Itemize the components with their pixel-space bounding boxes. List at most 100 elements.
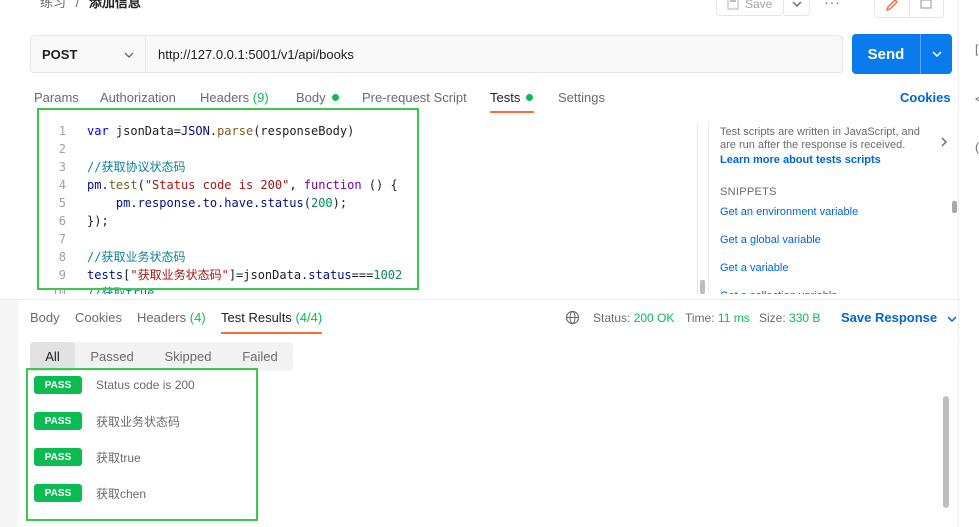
line-number: 2	[58, 142, 66, 156]
send-dropdown-button[interactable]	[920, 34, 952, 74]
test-result-row: PASS 获取业务状态码	[34, 412, 180, 430]
line-number: 9	[58, 268, 66, 282]
documentation-icon[interactable]: [	[975, 42, 979, 56]
line-number: 3	[58, 160, 66, 174]
code-line: 7	[30, 230, 87, 248]
editor-scrollbar[interactable]	[697, 124, 707, 294]
tab-body[interactable]: Body	[296, 90, 339, 110]
pass-badge: PASS	[34, 412, 82, 430]
method-select[interactable]: POST	[30, 35, 146, 73]
comment-icon	[920, 0, 932, 9]
line-number: 1	[58, 124, 66, 138]
save-dropdown-button[interactable]	[784, 0, 810, 16]
snippets-heading: SNIPPETS	[720, 186, 777, 198]
url-input[interactable]: http://127.0.0.1:5001/v1/api/books	[145, 35, 843, 73]
breadcrumb-separator: /	[75, 0, 80, 10]
tests-script-editor[interactable]: 1 var jsonData=JSON.parse(responseBody) …	[30, 122, 706, 294]
active-tab-underline	[490, 111, 534, 113]
code-token: ,	[289, 178, 304, 192]
save-button[interactable]: Save	[716, 0, 784, 16]
code-comment: //获取协议状态码	[87, 160, 186, 174]
snippet-item[interactable]: Get an environment variable	[720, 206, 858, 218]
code-snippet-icon[interactable]: <	[975, 92, 979, 106]
response-tab-test-results-count: (4/4)	[295, 310, 323, 325]
line-number: 7	[58, 232, 66, 246]
status-value: 200 OK	[633, 311, 675, 325]
code-token: ===	[351, 268, 374, 282]
pencil-icon	[885, 0, 898, 12]
code-token: .	[101, 178, 109, 192]
response-status[interactable]: Status: 200 OK	[593, 311, 674, 325]
response-tab-headers[interactable]: Headers (4)	[137, 310, 206, 330]
editor-scrollbar-thumb[interactable]	[700, 280, 705, 294]
snippet-item[interactable]: Get a variable	[720, 262, 788, 274]
snippet-item[interactable]: Get a collection variable	[720, 290, 837, 294]
comment-mode-button[interactable]	[910, 0, 944, 17]
view-mode-toggle	[874, 0, 944, 18]
breadcrumb-parent[interactable]: 练习	[40, 0, 66, 10]
line-number: 8	[58, 250, 66, 264]
response-tab-test-results[interactable]: Test Results (4/4)	[221, 310, 322, 330]
tab-settings[interactable]: Settings	[558, 90, 605, 110]
test-result-row: PASS 获取true	[34, 448, 141, 466]
save-button-label: Save	[745, 0, 773, 11]
snippets-scrollbar-thumb[interactable]	[952, 201, 957, 213]
tab-tests-label: Tests	[490, 90, 521, 105]
response-tab-body[interactable]: Body	[30, 310, 60, 330]
code-line: 1 var jsonData=JSON.parse(responseBody)	[30, 122, 355, 140]
method-label: POST	[42, 46, 78, 62]
save-response-button[interactable]: Save Response	[841, 310, 957, 325]
send-button[interactable]: Send	[852, 34, 952, 74]
code-token: JSON	[180, 124, 210, 138]
edit-mode-button[interactable]	[875, 0, 910, 17]
snippet-item[interactable]: Get a global variable	[720, 234, 821, 246]
tab-authorization[interactable]: Authorization	[100, 90, 176, 110]
code-token: (	[137, 178, 145, 192]
save-response-label: Save Response	[841, 310, 938, 325]
response-size[interactable]: Size: 330 B	[759, 311, 820, 325]
chevron-down-icon	[947, 316, 957, 323]
body-indicator-dot	[331, 94, 339, 101]
response-time[interactable]: Time: 11 ms	[685, 311, 750, 325]
learn-more-link[interactable]: Learn more about tests scripts	[720, 154, 881, 166]
tab-params[interactable]: Params	[34, 90, 79, 110]
filter-passed[interactable]: Passed	[80, 342, 144, 371]
pane-divider[interactable]	[0, 299, 958, 300]
code-token: pm.response.to.have.status	[115, 196, 304, 210]
test-results-list: PASS Status code is 200 PASS 获取业务状态码 PAS…	[30, 372, 930, 522]
time-label: Time:	[685, 311, 715, 325]
info-icon[interactable]: (	[975, 140, 979, 154]
code-token: 200	[310, 196, 333, 210]
breadcrumb: 练习 / 添加信息	[40, 0, 141, 12]
code-token: var	[87, 124, 109, 138]
test-result-row: PASS 获取chen	[34, 484, 146, 502]
code-token: 1002	[373, 268, 403, 282]
cookies-link[interactable]: Cookies	[900, 90, 951, 105]
code-line: 8 //获取业务状态码	[30, 248, 186, 266]
code-line: 4 pm.test("Status code is 200", function…	[30, 176, 398, 194]
code-token: pm	[87, 178, 102, 192]
tab-tests[interactable]: Tests	[490, 90, 534, 110]
test-result-row: PASS Status code is 200	[34, 376, 195, 394]
pass-badge: PASS	[34, 448, 82, 466]
code-token: () {	[361, 178, 398, 192]
line-number: 10	[51, 286, 66, 294]
results-scrollbar-thumb[interactable]	[943, 396, 949, 508]
more-options-icon[interactable]: ···	[824, 0, 844, 10]
chevron-down-icon	[931, 51, 942, 57]
code-line: 2	[30, 140, 87, 158]
chevron-down-icon	[124, 52, 134, 58]
code-token: .	[209, 124, 218, 138]
tab-pre-request-script[interactable]: Pre-request Script	[362, 90, 467, 110]
globe-icon[interactable]	[565, 310, 580, 328]
test-result-name: 获取业务状态码	[96, 414, 181, 429]
tab-headers[interactable]: Headers (9)	[200, 90, 269, 110]
time-value: 11 ms	[717, 311, 750, 325]
chevron-right-icon[interactable]	[940, 136, 948, 151]
filter-skipped[interactable]: Skipped	[152, 342, 224, 371]
response-tab-cookies[interactable]: Cookies	[75, 310, 122, 330]
filter-failed[interactable]: Failed	[230, 342, 290, 371]
code-comment: //获取业务状态码	[87, 250, 186, 264]
size-label: Size:	[759, 311, 786, 325]
filter-all[interactable]: All	[30, 342, 75, 371]
